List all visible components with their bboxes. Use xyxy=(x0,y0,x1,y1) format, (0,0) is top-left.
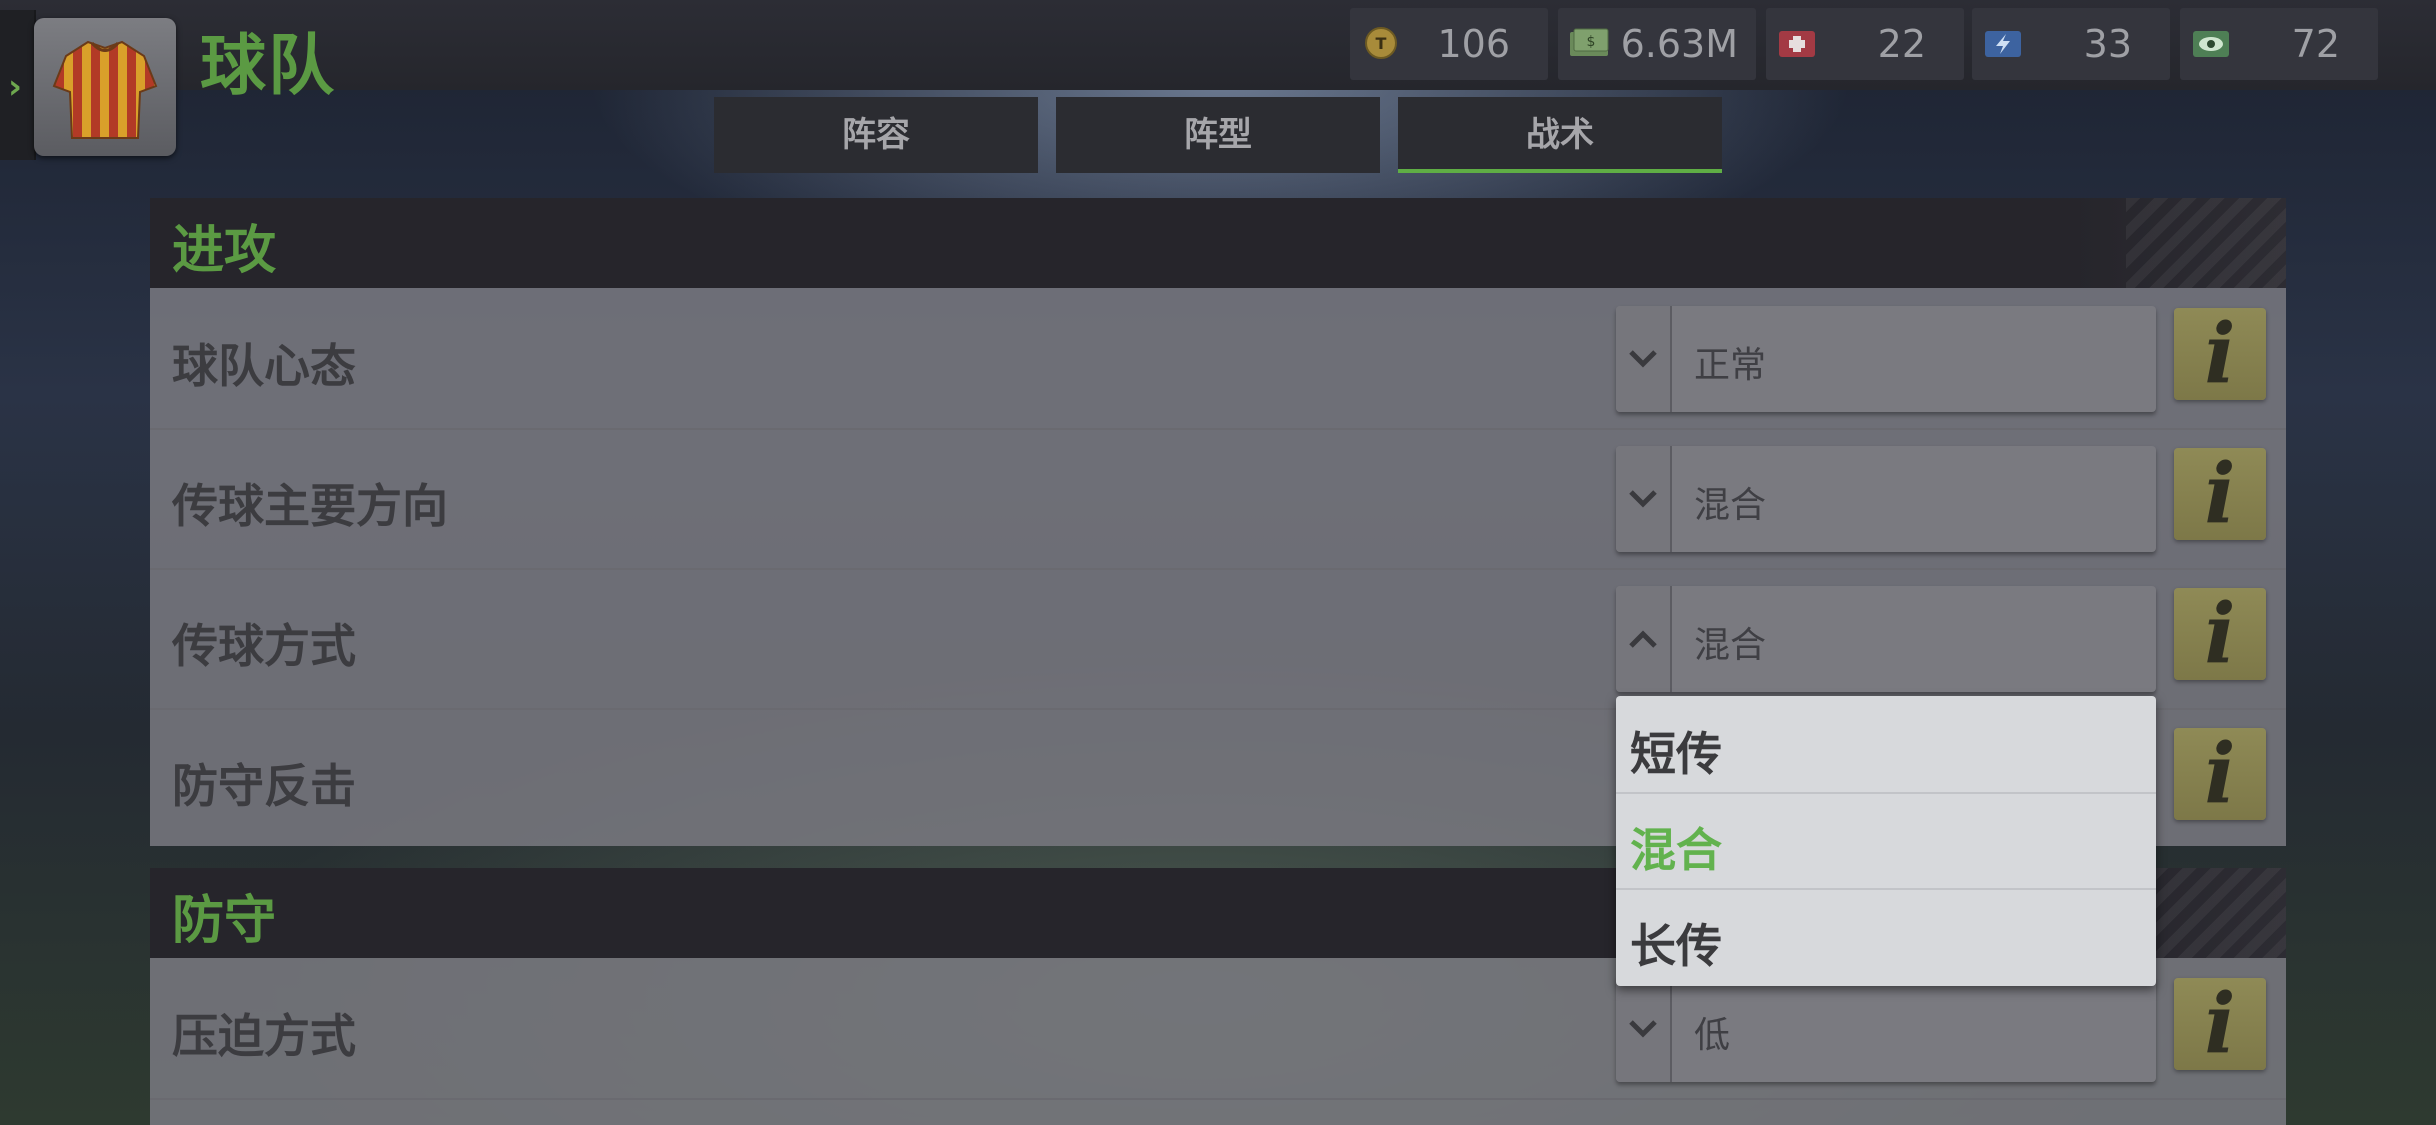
info-icon: i xyxy=(2204,726,2236,822)
page-title: 球队 xyxy=(200,27,336,104)
info-button[interactable]: i xyxy=(2174,978,2266,1070)
info-button[interactable]: i xyxy=(2174,448,2266,540)
pressing-dropdown[interactable]: 低 xyxy=(1616,976,2156,1082)
setting-row-passing-style: 传球方式 混合 i xyxy=(150,568,2286,710)
setting-label: 防守反击 xyxy=(172,759,356,813)
resource-value: 106 xyxy=(1437,22,1510,66)
setting-label: 球队心态 xyxy=(172,339,356,393)
menu-option-long-pass[interactable]: 长传 xyxy=(1616,888,2156,984)
resource-tokens[interactable]: T 106 xyxy=(1350,8,1548,80)
setting-row-mentality: 球队心态 正常 i xyxy=(150,288,2286,430)
resource-energy[interactable]: 33 xyxy=(1972,8,2170,80)
passing-style-dropdown[interactable]: 混合 xyxy=(1616,586,2156,692)
option-label: 短传 xyxy=(1630,727,1722,781)
resource-value: 6.63M xyxy=(1620,22,1738,66)
energy-icon xyxy=(1985,31,2021,57)
passing-style-menu: 短传 混合 长传 xyxy=(1616,696,2156,986)
passing-direction-dropdown[interactable]: 混合 xyxy=(1616,446,2156,552)
mentality-dropdown[interactable]: 正常 xyxy=(1616,306,2156,412)
setting-row-next xyxy=(150,1098,2286,1125)
resource-cash[interactable]: $ 6.63M xyxy=(1558,8,1756,80)
dropdown-value: 正常 xyxy=(1694,345,1767,386)
svg-text:$: $ xyxy=(1587,34,1596,50)
info-button[interactable]: i xyxy=(2174,308,2266,400)
section-header: 进攻 xyxy=(150,198,2286,288)
token-coin-icon: T xyxy=(1365,27,1397,59)
tab-tactics[interactable]: 战术 xyxy=(1398,97,1722,173)
setting-label: 传球方式 xyxy=(172,619,356,673)
dropdown-value: 混合 xyxy=(1694,625,1767,666)
resource-scouting[interactable]: 72 xyxy=(2180,8,2378,80)
dropdown-value: 低 xyxy=(1694,1015,1731,1056)
resource-value: 33 xyxy=(2083,22,2132,66)
option-label: 长传 xyxy=(1630,919,1722,973)
setting-label: 压迫方式 xyxy=(172,1009,356,1063)
cash-icon: $ xyxy=(1570,28,1609,56)
top-bar: › 球队 T 106 $ 6.63M 22 33 72 xyxy=(0,0,2436,160)
section-title: 进攻 xyxy=(172,221,277,281)
tab-formation[interactable]: 阵型 xyxy=(1056,97,1380,173)
tab-lineup[interactable]: 阵容 xyxy=(714,97,1038,173)
chevron-down-icon[interactable] xyxy=(1616,976,1672,1082)
menu-option-short-pass[interactable]: 短传 xyxy=(1616,696,2156,794)
info-icon: i xyxy=(2204,306,2236,402)
resource-medical[interactable]: 22 xyxy=(1766,8,1964,80)
info-button[interactable]: i xyxy=(2174,588,2266,680)
resource-value: 22 xyxy=(1877,22,1926,66)
chevron-up-icon[interactable] xyxy=(1616,586,1672,692)
section-title: 防守 xyxy=(172,891,277,951)
info-button[interactable]: i xyxy=(2174,728,2266,820)
info-icon: i xyxy=(2204,586,2236,682)
chevron-down-icon[interactable] xyxy=(1616,306,1672,412)
setting-row-passing-direction: 传球主要方向 混合 i xyxy=(150,428,2286,570)
medical-kit-icon xyxy=(1779,31,1815,57)
scout-eye-icon xyxy=(2193,31,2229,57)
info-icon: i xyxy=(2204,446,2236,542)
menu-option-mixed[interactable]: 混合 xyxy=(1616,792,2156,890)
chevron-right-icon: › xyxy=(8,67,23,107)
header-stripes xyxy=(2126,198,2286,288)
option-label: 混合 xyxy=(1630,823,1722,877)
resource-value: 72 xyxy=(2291,22,2340,66)
team-jersey-avatar[interactable] xyxy=(34,18,176,156)
setting-label: 传球主要方向 xyxy=(172,479,448,533)
info-icon: i xyxy=(2204,976,2236,1072)
jersey-icon xyxy=(52,40,158,139)
back-button[interactable]: › xyxy=(0,10,36,160)
dropdown-value: 混合 xyxy=(1694,485,1767,526)
chevron-down-icon[interactable] xyxy=(1616,446,1672,552)
svg-text:T: T xyxy=(1376,34,1387,53)
